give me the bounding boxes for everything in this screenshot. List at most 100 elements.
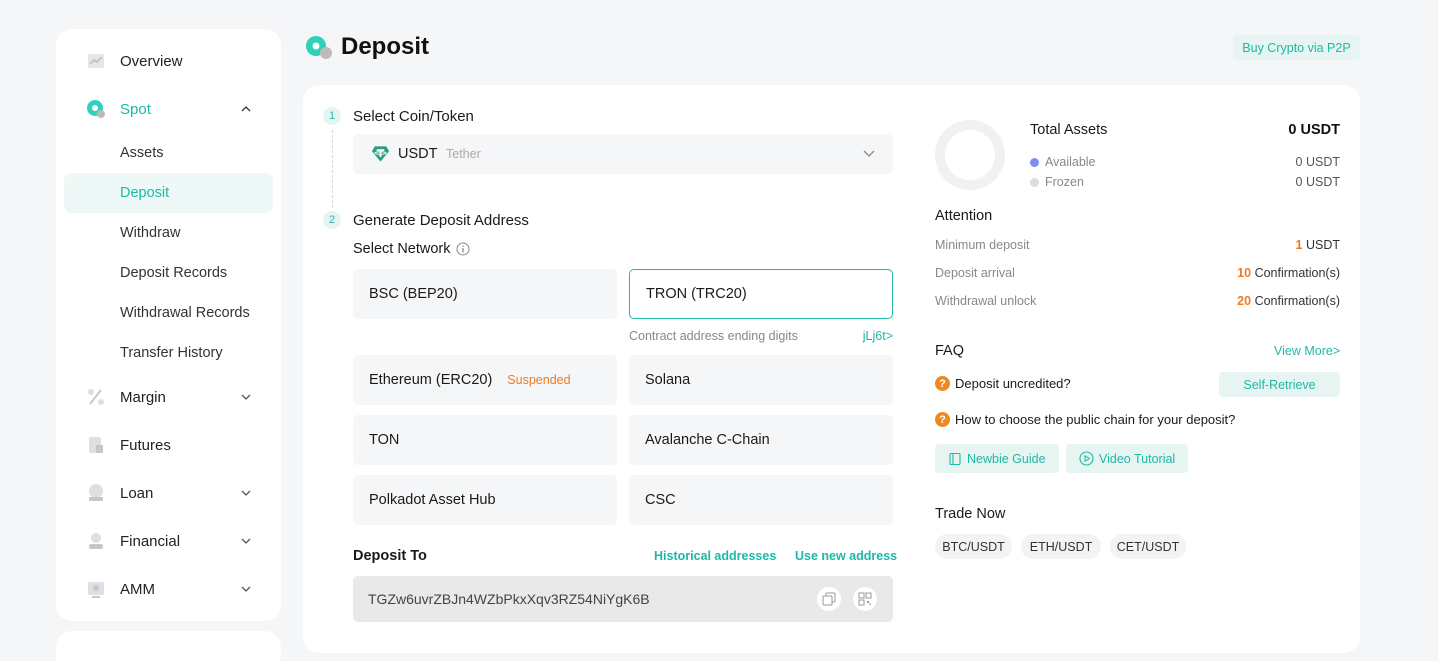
sub-label: Transfer History xyxy=(120,345,223,361)
spot-icon xyxy=(87,100,105,118)
trade-pair-btc[interactable]: BTC/USDT xyxy=(935,534,1012,559)
copy-address-button[interactable] xyxy=(817,587,841,611)
sidebar-sub-assets[interactable]: Assets xyxy=(64,133,273,173)
amm-icon xyxy=(88,582,104,598)
network-option-ton[interactable]: TON xyxy=(353,415,617,465)
sidebar-item-label: Overview xyxy=(120,52,183,70)
question-icon: ? xyxy=(935,412,950,427)
sidebar-item-spot[interactable]: Spot xyxy=(56,89,281,129)
faq-item-public-chain[interactable]: ? How to choose the public chain for you… xyxy=(935,412,1235,427)
play-icon xyxy=(1079,451,1094,466)
frozen-dot-icon xyxy=(1030,177,1039,187)
network-option-tron[interactable]: TRON (TRC20) xyxy=(629,269,893,319)
faq-item-uncredited[interactable]: ? Deposit uncredited? xyxy=(935,376,1071,391)
chevron-down-icon xyxy=(863,150,875,157)
overview-icon xyxy=(88,54,104,68)
frozen-legend: Frozen xyxy=(1030,175,1084,189)
network-option-polkadot[interactable]: Polkadot Asset Hub xyxy=(353,475,617,525)
step-divider xyxy=(332,130,333,208)
network-name: CSC xyxy=(645,492,676,508)
available-label: Available xyxy=(1045,155,1096,169)
sidebar-item-overview[interactable]: Overview xyxy=(56,41,281,81)
step-1-label: Select Coin/Token xyxy=(353,108,474,125)
chevron-down-icon xyxy=(241,538,251,544)
trade-pair-cet[interactable]: CET/USDT xyxy=(1110,534,1186,559)
sidebar-item-label: Futures xyxy=(120,436,171,454)
faq-title: FAQ xyxy=(935,343,965,359)
network-name: Avalanche C-Chain xyxy=(645,432,770,448)
withdrawal-unlock-label: Withdrawal unlock xyxy=(935,294,1037,308)
contract-address-label: Contract address ending digits xyxy=(629,329,798,343)
step-1-badge: 1 xyxy=(323,107,341,125)
deposit-arrival-label: Deposit arrival xyxy=(935,266,1015,280)
select-network-label: Select Network xyxy=(353,241,470,257)
sidebar-sub-transfer-history[interactable]: Transfer History xyxy=(64,333,273,373)
sidebar-item-label: AMM xyxy=(120,580,155,598)
sidebar-sub-withdraw[interactable]: Withdraw xyxy=(64,213,273,253)
deposit-title-icon xyxy=(306,36,332,59)
sidebar-item-margin[interactable]: Margin xyxy=(56,377,281,417)
sidebar-sub-withdrawal-records[interactable]: Withdrawal Records xyxy=(64,293,273,333)
deposit-arrival-value: 10 Confirmation(s) xyxy=(1237,266,1340,280)
network-name: TRON (TRC20) xyxy=(646,286,747,302)
tether-icon xyxy=(371,146,390,162)
book-icon xyxy=(949,452,961,465)
network-name: Ethereum (ERC20) xyxy=(369,372,493,388)
qr-code-button[interactable] xyxy=(853,587,877,611)
faq-question-text: Deposit uncredited? xyxy=(955,376,1071,391)
chevron-down-icon xyxy=(241,586,251,592)
network-option-bsc[interactable]: BSC (BEP20) xyxy=(353,269,617,319)
available-value: 0 USDT xyxy=(1295,155,1340,169)
sidebar-item-amm[interactable]: AMM xyxy=(56,569,281,609)
network-option-ethereum[interactable]: Ethereum (ERC20) Suspended xyxy=(353,355,617,405)
available-dot-icon xyxy=(1030,157,1039,167)
total-assets-label: Total Assets xyxy=(1030,122,1108,138)
min-deposit-label: Minimum deposit xyxy=(935,238,1030,252)
view-more-link[interactable]: View More> xyxy=(1274,344,1340,358)
trade-pair-eth[interactable]: ETH/USDT xyxy=(1021,534,1101,559)
step-2-badge: 2 xyxy=(323,211,341,229)
sub-label: Deposit xyxy=(120,185,170,201)
total-assets-value: 0 USDT xyxy=(1288,122,1340,138)
loan-icon xyxy=(89,484,103,501)
sidebar-item-futures[interactable]: Futures xyxy=(56,425,281,465)
info-icon[interactable] xyxy=(456,242,470,256)
sidebar-sub-deposit-records[interactable]: Deposit Records xyxy=(64,253,273,293)
contract-address-digits-link[interactable]: jLj6t> xyxy=(863,329,893,343)
newbie-guide-button[interactable]: Newbie Guide xyxy=(935,444,1059,473)
attention-title: Attention xyxy=(935,208,993,224)
sub-label: Assets xyxy=(120,145,164,161)
video-tutorial-label: Video Tutorial xyxy=(1099,451,1176,466)
select-network-text: Select Network xyxy=(353,241,451,257)
page-title: Deposit xyxy=(341,33,430,60)
coin-select-dropdown[interactable]: USDT Tether xyxy=(353,134,893,174)
sidebar-sub-deposit[interactable]: Deposit xyxy=(64,173,273,213)
available-legend: Available xyxy=(1030,155,1096,169)
buy-crypto-p2p-button[interactable]: Buy Crypto via P2P xyxy=(1233,35,1360,60)
network-option-solana[interactable]: Solana xyxy=(629,355,893,405)
sidebar-item-loan[interactable]: Loan xyxy=(56,473,281,513)
network-option-avalanche[interactable]: Avalanche C-Chain xyxy=(629,415,893,465)
deposit-to-label: Deposit To xyxy=(353,548,427,564)
self-retrieve-button[interactable]: Self-Retrieve xyxy=(1219,372,1340,397)
video-tutorial-button[interactable]: Video Tutorial xyxy=(1066,444,1189,473)
sidebar-nav: Overview Spot Assets Deposit Withdraw De… xyxy=(56,29,281,621)
network-name: Polkadot Asset Hub xyxy=(369,492,496,508)
coin-name: Tether xyxy=(446,147,481,161)
withdrawal-unlock-value: 20 Confirmation(s) xyxy=(1237,294,1340,308)
suspended-badge: Suspended xyxy=(507,373,571,387)
question-icon: ? xyxy=(935,376,950,391)
sidebar-secondary-panel xyxy=(56,631,281,661)
use-new-address-link[interactable]: Use new address xyxy=(795,549,897,563)
chevron-down-icon xyxy=(241,490,251,496)
frozen-label: Frozen xyxy=(1045,175,1084,189)
assets-donut-chart xyxy=(935,120,1005,190)
trade-now-title: Trade Now xyxy=(935,506,1006,522)
network-option-csc[interactable]: CSC xyxy=(629,475,893,525)
sidebar-item-label: Loan xyxy=(120,484,154,502)
financial-icon xyxy=(89,533,103,549)
sidebar-item-financial[interactable]: Financial xyxy=(56,521,281,561)
chevron-up-icon xyxy=(241,106,251,112)
historical-addresses-link[interactable]: Historical addresses xyxy=(654,549,776,563)
network-name: TON xyxy=(369,432,400,448)
